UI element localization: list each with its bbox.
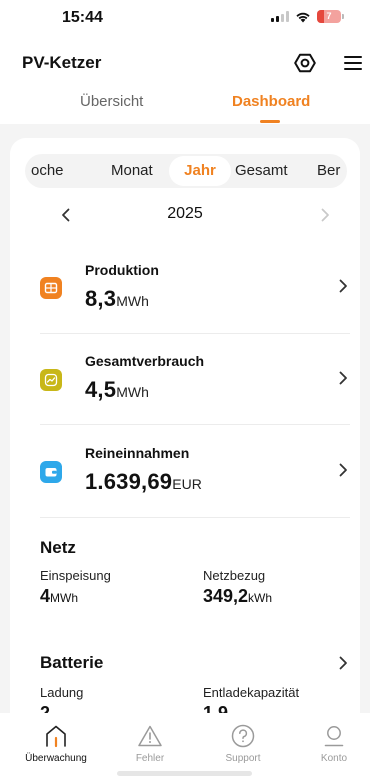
- nav-label: Fehler: [135, 753, 165, 764]
- cellular-signal-icon: [271, 11, 289, 22]
- feed-in-number: 4: [40, 586, 51, 606]
- discharge-capacity-label: Entladekapazität: [203, 685, 300, 700]
- chevron-right-icon: [336, 276, 350, 296]
- feed-in-value: 4MWh: [40, 586, 78, 607]
- stat-consumption[interactable]: Gesamtverbrauch 4,5MWh: [10, 341, 360, 431]
- grid-draw-unit: kWh: [248, 591, 273, 605]
- nav-label: Konto: [320, 753, 348, 764]
- stat-value: 4,5MWh: [85, 377, 149, 403]
- tab-overview[interactable]: Übersicht: [80, 93, 143, 110]
- battery-level: 7: [326, 11, 332, 21]
- period-week[interactable]: oche: [31, 154, 64, 188]
- divider: [40, 517, 350, 518]
- stat-unit: MWh: [116, 384, 149, 400]
- stat-production[interactable]: Produktion 8,3MWh: [10, 250, 360, 340]
- battery-icon: 7: [317, 10, 344, 23]
- wifi-icon: [296, 12, 310, 22]
- nav-label: Support: [225, 753, 261, 764]
- battery-chevron-right-icon[interactable]: [336, 653, 350, 673]
- selected-year: 2025: [167, 205, 203, 222]
- stat-label: Gesamtverbrauch: [85, 353, 205, 369]
- status-time: 15:44: [62, 9, 103, 26]
- charge-label: Ladung: [40, 685, 84, 700]
- settings-hexagon-icon[interactable]: [292, 50, 318, 76]
- stat-value: 8,3MWh: [85, 286, 149, 312]
- stat-net-income[interactable]: Reineinnahmen 1.639,69EUR: [10, 433, 360, 523]
- stat-value: 1.639,69EUR: [85, 469, 202, 495]
- period-total[interactable]: Gesamt: [235, 154, 288, 188]
- wallet-icon: [40, 461, 62, 483]
- nav-label: Überwachung: [25, 753, 87, 764]
- stat-number: 1.639,69: [85, 469, 173, 494]
- home-indicator: [117, 771, 252, 776]
- grid-draw-number: 349,2: [203, 586, 249, 606]
- dashboard-card: oche Monat Jahr Gesamt Ber 2025 Produkti…: [10, 138, 360, 738]
- grid-draw-label: Netzbezug: [203, 568, 266, 583]
- nav-support[interactable]: Support: [203, 713, 283, 764]
- help-icon: [231, 724, 255, 748]
- consumption-chart-icon: [40, 369, 62, 391]
- stat-unit: MWh: [116, 293, 149, 309]
- battery-section-title: Batterie: [40, 653, 104, 672]
- period-selector: oche Monat Jahr Gesamt Ber: [25, 154, 347, 188]
- next-year-chevron-icon[interactable]: [316, 204, 334, 226]
- menu-icon[interactable]: [340, 50, 366, 76]
- plant-title: PV-Ketzer: [22, 53, 102, 72]
- stat-label: Produktion: [85, 262, 159, 278]
- grid-section-title: Netz: [40, 538, 76, 557]
- stat-number: 8,3: [85, 286, 117, 311]
- view-tabs: Übersicht Dashboard: [0, 90, 370, 124]
- active-tab-indicator: [260, 120, 280, 123]
- year-navigator: 2025: [10, 204, 360, 226]
- app-header: PV-Ketzer Übersicht Dashboard: [0, 40, 370, 124]
- period-year[interactable]: Jahr: [169, 156, 231, 186]
- tab-dashboard[interactable]: Dashboard: [232, 93, 310, 110]
- nav-monitoring[interactable]: Überwachung: [16, 713, 96, 764]
- stat-label: Reineinnahmen: [85, 445, 190, 461]
- status-icons: 7: [271, 10, 344, 23]
- chevron-right-icon: [336, 368, 350, 388]
- stat-unit: EUR: [172, 476, 202, 492]
- period-month[interactable]: Monat: [111, 154, 153, 188]
- solar-panel-icon: [40, 277, 62, 299]
- feed-in-label: Einspeisung: [40, 568, 111, 583]
- divider: [40, 333, 350, 334]
- nav-account[interactable]: Konto: [294, 713, 370, 764]
- status-bar: 15:44 7: [0, 0, 370, 40]
- divider: [40, 424, 350, 425]
- chevron-right-icon: [336, 460, 350, 480]
- feed-in-unit: MWh: [50, 591, 79, 605]
- account-icon: [324, 726, 344, 747]
- stat-number: 4,5: [85, 377, 117, 402]
- grid-draw-value: 349,2kWh: [203, 586, 272, 607]
- warning-icon: [138, 725, 162, 747]
- monitoring-icon: [46, 725, 66, 748]
- nav-errors[interactable]: Fehler: [110, 713, 190, 764]
- period-report[interactable]: Ber: [317, 154, 340, 188]
